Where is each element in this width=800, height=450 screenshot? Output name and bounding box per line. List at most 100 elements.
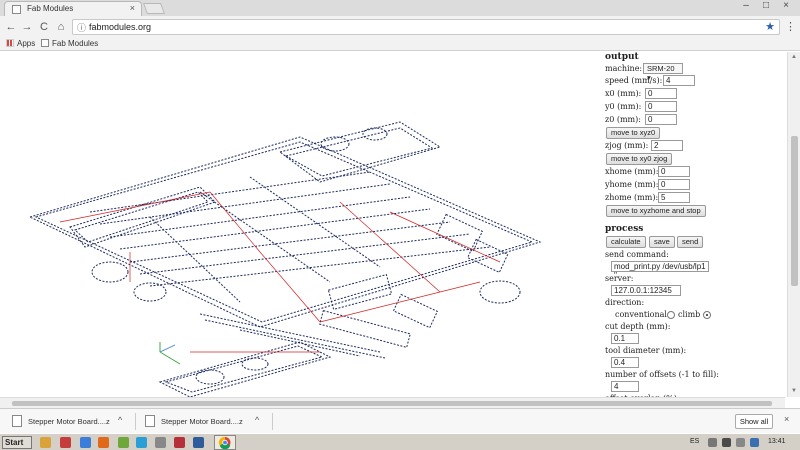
minimize-icon[interactable]: – [736, 0, 756, 14]
close-icon[interactable]: × [784, 414, 789, 424]
download-item[interactable]: Stepper Motor Board....z ^ [12, 414, 132, 430]
move-to-xy0-zjog-button[interactable]: move to xy0 zjog [606, 153, 673, 165]
chevron-up-icon[interactable]: ^ [255, 415, 259, 425]
app-icon[interactable] [118, 437, 129, 448]
app-icon[interactable] [60, 437, 71, 448]
home-icon[interactable]: ⌂ [54, 20, 68, 34]
page-icon [12, 5, 21, 14]
info-icon[interactable]: ⓘ [77, 21, 86, 34]
divider [135, 413, 136, 430]
show-all-button[interactable]: Show all [735, 414, 773, 429]
climb-label: climb [678, 310, 701, 319]
conventional-radio[interactable] [667, 311, 675, 319]
machine-label: machine: [605, 64, 643, 73]
start-button[interactable]: Start [2, 436, 32, 449]
tray-icon[interactable] [708, 438, 717, 447]
speed-field[interactable]: 4 [663, 75, 695, 86]
back-icon[interactable]: ← [4, 20, 18, 34]
tab-close-icon[interactable]: × [130, 3, 135, 13]
process-section-title: process [605, 224, 644, 234]
download-name: Stepper Motor Board....z [28, 417, 110, 426]
address-bar[interactable]: ⓘ fabmodules.org ★ [72, 19, 780, 35]
download-name: Stepper Motor Board....z [161, 417, 243, 426]
xhome-field[interactable]: 0 [658, 166, 690, 177]
close-window-icon[interactable]: × [776, 0, 796, 14]
scroll-up-icon[interactable]: ▲ [791, 54, 797, 60]
app-icon[interactable] [155, 437, 166, 448]
app-icon[interactable] [80, 437, 91, 448]
xhome-label: xhome (mm): [605, 167, 659, 176]
app-icon[interactable] [136, 437, 147, 448]
server-field[interactable]: 127.0.0.1:12345 [611, 285, 681, 296]
settings-panel: output machine: SRM-20 ▾ speed (mm/s): 4… [603, 52, 785, 397]
calculate-button[interactable]: calculate [606, 236, 646, 248]
language-indicator[interactable]: ES [690, 438, 699, 445]
zjog-label: zjog (mm): [605, 141, 649, 150]
tool-diameter-label: tool diameter (mm): [605, 346, 687, 355]
file-icon [145, 415, 155, 427]
browser-toolbar: ← → C ⌂ ⓘ fabmodules.org ★ ⋮ [0, 16, 800, 38]
yhome-label: yhome (mm): [605, 180, 659, 189]
send-button[interactable]: send [677, 236, 704, 248]
zhome-field[interactable]: 5 [658, 192, 690, 203]
bookmark-fab-modules[interactable]: Fab Modules [41, 39, 98, 48]
clock[interactable]: 13:41 [768, 438, 786, 445]
maximize-icon[interactable]: □ [756, 0, 776, 14]
bookmark-apps[interactable]: Apps [6, 39, 35, 48]
cut-depth-field[interactable]: 0.1 [611, 333, 639, 344]
yhome-field[interactable]: 0 [658, 179, 690, 190]
offsets-field[interactable]: 4 [611, 381, 639, 392]
y0-field[interactable]: 0 [645, 101, 677, 112]
taskbar: Start ES 13:41 [0, 433, 800, 450]
vertical-scrollbar[interactable]: ▲ ▼ [787, 52, 800, 397]
scroll-thumb[interactable] [791, 136, 798, 286]
chrome-taskbar-button[interactable] [214, 435, 236, 450]
zjog-field[interactable]: 2 [651, 140, 683, 151]
app-icon[interactable] [174, 437, 185, 448]
scroll-down-icon[interactable]: ▼ [791, 388, 797, 394]
new-tab-button[interactable] [142, 3, 166, 14]
z0-field[interactable]: 0 [645, 114, 677, 125]
chrome-icon [218, 436, 231, 450]
climb-radio[interactable] [703, 311, 711, 319]
scroll-thumb[interactable] [12, 401, 772, 406]
forward-icon[interactable]: → [20, 20, 34, 34]
x0-label: x0 (mm): [605, 89, 642, 98]
folder-icon[interactable] [40, 437, 51, 448]
volume-icon[interactable] [736, 438, 745, 447]
horizontal-scrollbar[interactable] [0, 397, 785, 408]
cut-depth-label: cut depth (mm): [605, 322, 671, 331]
browser-menu-icon[interactable]: ⋮ [785, 20, 796, 33]
page-icon [41, 39, 49, 47]
send-command-field[interactable]: mod_print.py /dev/usb/lp1 '' [611, 261, 709, 280]
reload-icon[interactable]: C [37, 20, 51, 34]
tray-icon[interactable] [750, 438, 759, 447]
app-icon[interactable] [98, 437, 109, 448]
bookmark-label: Apps [17, 39, 36, 48]
y0-label: y0 (mm): [605, 102, 642, 111]
bookmarks-bar: Apps Fab Modules [0, 38, 800, 51]
app-icon[interactable] [193, 437, 204, 448]
download-shelf: Stepper Motor Board....z ^ Stepper Motor… [0, 408, 800, 433]
move-to-xyz0-button[interactable]: move to xyz0 [606, 127, 661, 139]
chevron-up-icon[interactable]: ^ [118, 415, 122, 425]
speed-label: speed (mm/s): [605, 76, 663, 85]
x0-field[interactable]: 0 [645, 88, 677, 99]
offsets-label: number of offsets (-1 to fill): [605, 370, 719, 379]
download-item[interactable]: Stepper Motor Board....z ^ [145, 414, 265, 430]
conventional-label: conventional [615, 310, 667, 319]
direction-label: direction: [605, 298, 645, 307]
tab-strip: Fab Modules × – □ × [0, 0, 800, 16]
bookmark-star-icon[interactable]: ★ [765, 20, 775, 33]
machine-select[interactable]: SRM-20 ▾ [643, 63, 683, 82]
toolpath-canvas[interactable] [0, 52, 598, 397]
network-icon[interactable] [722, 438, 731, 447]
toolpath-preview [28, 121, 542, 397]
save-button[interactable]: save [649, 236, 675, 248]
tool-diameter-field[interactable]: 0.4 [611, 357, 639, 368]
apps-icon [6, 39, 14, 47]
url-text[interactable]: fabmodules.org [89, 22, 151, 32]
tab-fab-modules[interactable]: Fab Modules × [4, 1, 142, 16]
move-to-xyzhome-button[interactable]: move to xyzhome and stop [606, 205, 706, 217]
output-section-title: output [605, 52, 639, 62]
